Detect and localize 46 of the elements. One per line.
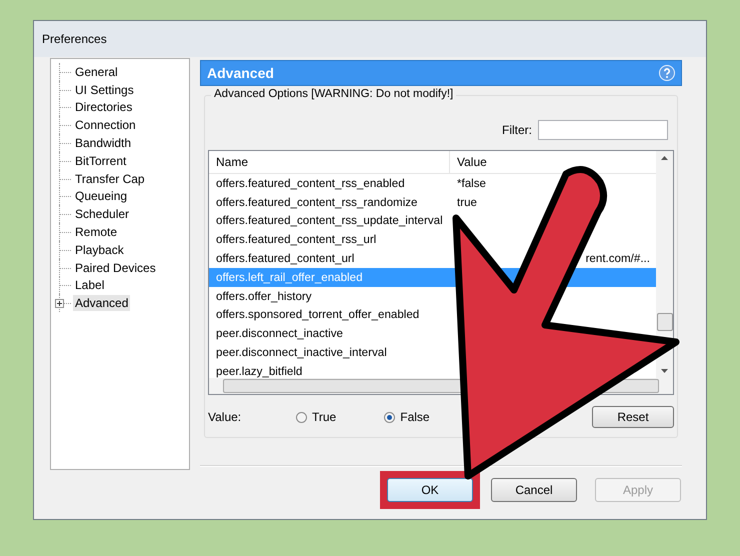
setting-name[interactable]: offers.featured_content_rss_update_interval [209, 214, 450, 228]
setting-name[interactable]: peer.disconnect_inactive_interval [209, 346, 450, 360]
sidebar-item[interactable]: Queueing [73, 188, 130, 204]
reset-button[interactable]: Reset [592, 406, 674, 428]
sidebar-item[interactable]: Connection [73, 117, 138, 134]
setting-name[interactable]: offers.sponsored_torrent_offer_enabled [209, 308, 450, 322]
setting-value: rent.com/#... [584, 252, 651, 266]
expand-icon[interactable] [55, 298, 64, 308]
setting-name[interactable]: offers.offer_history [209, 290, 450, 303]
sidebar-item[interactable]: UI Settings [73, 82, 136, 98]
setting-name[interactable]: offers.featured_content_rss_randomize [209, 196, 450, 209]
radio-option[interactable]: False [384, 410, 430, 424]
setting-name[interactable]: peer.lazy_bitfield [209, 364, 450, 378]
setting-name[interactable]: peer.disconnect_inactive [209, 327, 450, 340]
dialog-button[interactable]: Cancel [491, 478, 577, 502]
sidebar-item[interactable]: Directories [73, 99, 134, 116]
scroll-thumb[interactable] [656, 313, 672, 331]
sidebar-item[interactable]: Scheduler [73, 206, 132, 222]
scroll-up-icon[interactable] [661, 156, 668, 160]
group-title: Advanced Options [WARNING: Do not modify!] [211, 88, 456, 100]
value-label: Value: [208, 410, 242, 424]
setting-value: *false [456, 176, 488, 190]
window-title: Preferences [42, 32, 107, 46]
sidebar-item[interactable]: Remote [73, 224, 120, 240]
vertical-scrollbar[interactable] [656, 151, 673, 378]
filter-field[interactable] [538, 120, 668, 140]
sidebar-item[interactable]: BitTorrent [73, 152, 128, 169]
radio-option[interactable]: True [296, 410, 336, 424]
setting-name[interactable]: offers.featured_content_url [209, 252, 450, 266]
sidebar-item[interactable]: Advanced [73, 295, 130, 312]
sidebar-item[interactable]: Transfer Cap [73, 170, 147, 187]
help-icon[interactable] [659, 65, 675, 81]
sidebar-item[interactable]: Paired Devices [73, 260, 158, 276]
scroll-down-icon[interactable] [661, 369, 668, 373]
sidebar-item[interactable]: Label [73, 277, 106, 294]
setting-name[interactable]: offers.featured_content_rss_enabled [209, 176, 450, 190]
sidebar-item[interactable]: Playback [73, 242, 126, 258]
sidebar-item[interactable]: General [73, 64, 120, 80]
setting-name[interactable]: offers.featured_content_rss_url [209, 233, 450, 246]
filter-label: Filter: [502, 123, 532, 137]
column-header[interactable]: Value [450, 151, 656, 173]
column-header[interactable]: Name [209, 151, 450, 173]
setting-value: true [456, 196, 478, 209]
dialog-button[interactable]: OK [387, 478, 473, 502]
sidebar-item[interactable]: Bandwidth [73, 135, 134, 152]
section-title: Advanced [207, 65, 274, 81]
